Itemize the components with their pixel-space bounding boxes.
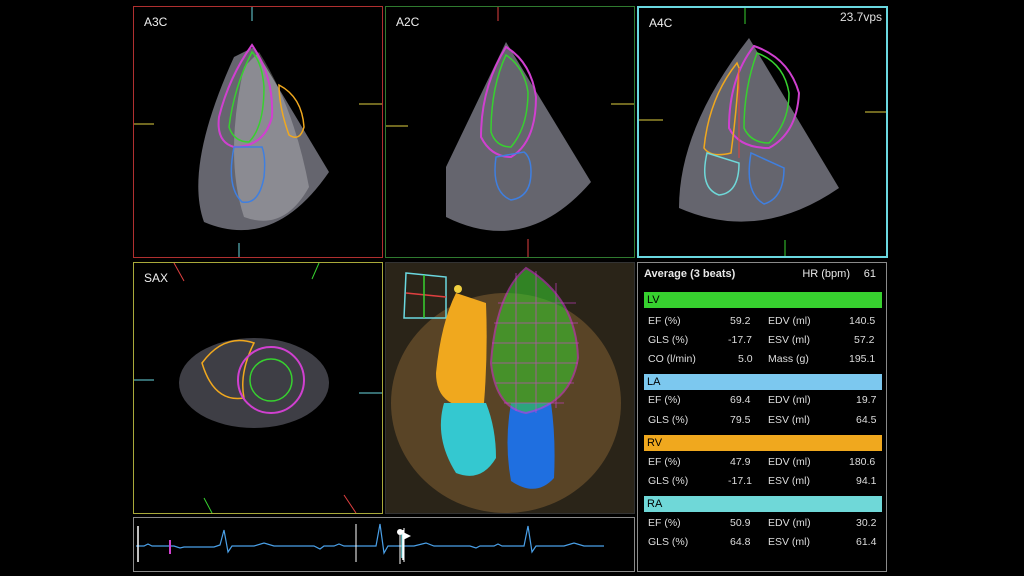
stat-label: GLS (%) — [648, 334, 689, 346]
sax-echo-image — [134, 263, 382, 513]
summary-header: Average (3 beats) HR (bpm) 61 — [644, 268, 880, 284]
stat-value: 30.2 — [856, 517, 877, 529]
stat-label: CO (l/min) — [648, 353, 696, 365]
heart-rate-value: 61 — [863, 268, 876, 280]
la-row-1: EF (%) 69.4 EDV (ml) 19.7 — [644, 394, 882, 408]
stat-value: -17.1 — [728, 475, 752, 487]
ecg-trace — [136, 523, 604, 564]
heart-rate-label: HR (bpm) — [802, 268, 850, 280]
end-marker-flag-icon[interactable] — [402, 530, 412, 560]
summary-title: Average (3 beats) — [644, 268, 736, 280]
stat-label: ESV (ml) — [768, 414, 810, 426]
stat-value: 140.5 — [849, 315, 876, 327]
stat-label: ESV (ml) — [768, 334, 810, 346]
stat-label: EDV (ml) — [768, 456, 811, 468]
stat-value: 94.1 — [856, 475, 877, 487]
stat-value: 79.5 — [730, 414, 751, 426]
lv-row-3: CO (l/min) 5.0 Mass (g) 195.1 — [644, 353, 882, 367]
la-row-2: GLS (%) 79.5 ESV (ml) 64.5 — [644, 414, 882, 428]
ra-row-1: EF (%) 50.9 EDV (ml) 30.2 — [644, 517, 882, 531]
view-a4c[interactable]: A4C 23.7vps — [637, 6, 888, 258]
rv-row-1: EF (%) 47.9 EDV (ml) 180.6 — [644, 456, 882, 470]
stat-label: ESV (ml) — [768, 536, 810, 548]
stat-value: 50.9 — [730, 517, 751, 529]
stat-label: GLS (%) — [648, 475, 689, 487]
stat-value: 64.8 — [730, 536, 751, 548]
measurement-summary-panel: Average (3 beats) HR (bpm) 61 LV EF (%) … — [637, 262, 887, 572]
stat-label: EF (%) — [648, 394, 681, 406]
stat-label: ESV (ml) — [768, 475, 810, 487]
a4c-echo-image — [639, 8, 886, 256]
stat-value: 5.0 — [738, 353, 753, 365]
stat-value: 195.1 — [849, 353, 876, 365]
stat-label: EF (%) — [648, 456, 681, 468]
stat-label: EF (%) — [648, 517, 681, 529]
3d-chamber-render — [386, 263, 634, 513]
stat-label: EF (%) — [648, 315, 681, 327]
stat-value: 47.9 — [730, 456, 751, 468]
view-a2c[interactable]: A2C — [385, 6, 635, 258]
section-bar-la[interactable]: LA — [644, 374, 882, 390]
section-bar-lv[interactable]: LV — [644, 292, 882, 308]
a3c-echo-image — [134, 7, 382, 257]
ecg-strip[interactable] — [133, 517, 635, 572]
stat-label: GLS (%) — [648, 536, 689, 548]
stat-value: 69.4 — [730, 394, 751, 406]
stat-label: Mass (g) — [768, 353, 809, 365]
stat-value: 59.2 — [730, 315, 751, 327]
section-bar-ra[interactable]: RA — [644, 496, 882, 512]
section-bar-rv[interactable]: RV — [644, 435, 882, 451]
stat-label: GLS (%) — [648, 414, 689, 426]
a2c-echo-image — [386, 7, 634, 257]
lv-row-2: GLS (%) -17.7 ESV (ml) 57.2 — [644, 334, 882, 348]
stat-value: -17.7 — [728, 334, 752, 346]
stat-value: 19.7 — [856, 394, 877, 406]
view-a3c[interactable]: A3C — [133, 6, 383, 258]
stat-label: EDV (ml) — [768, 394, 811, 406]
view-3d-model[interactable] — [385, 262, 635, 514]
stat-label: EDV (ml) — [768, 315, 811, 327]
stat-label: EDV (ml) — [768, 517, 811, 529]
stat-value: 61.4 — [856, 536, 877, 548]
lv-row-1: EF (%) 59.2 EDV (ml) 140.5 — [644, 315, 882, 329]
view-sax[interactable]: SAX — [133, 262, 383, 514]
ra-row-2: GLS (%) 64.8 ESV (ml) 61.4 — [644, 536, 882, 550]
stat-value: 64.5 — [856, 414, 877, 426]
rv-row-2: GLS (%) -17.1 ESV (ml) 94.1 — [644, 475, 882, 489]
stat-value: 180.6 — [849, 456, 876, 468]
stat-value: 57.2 — [854, 334, 875, 346]
